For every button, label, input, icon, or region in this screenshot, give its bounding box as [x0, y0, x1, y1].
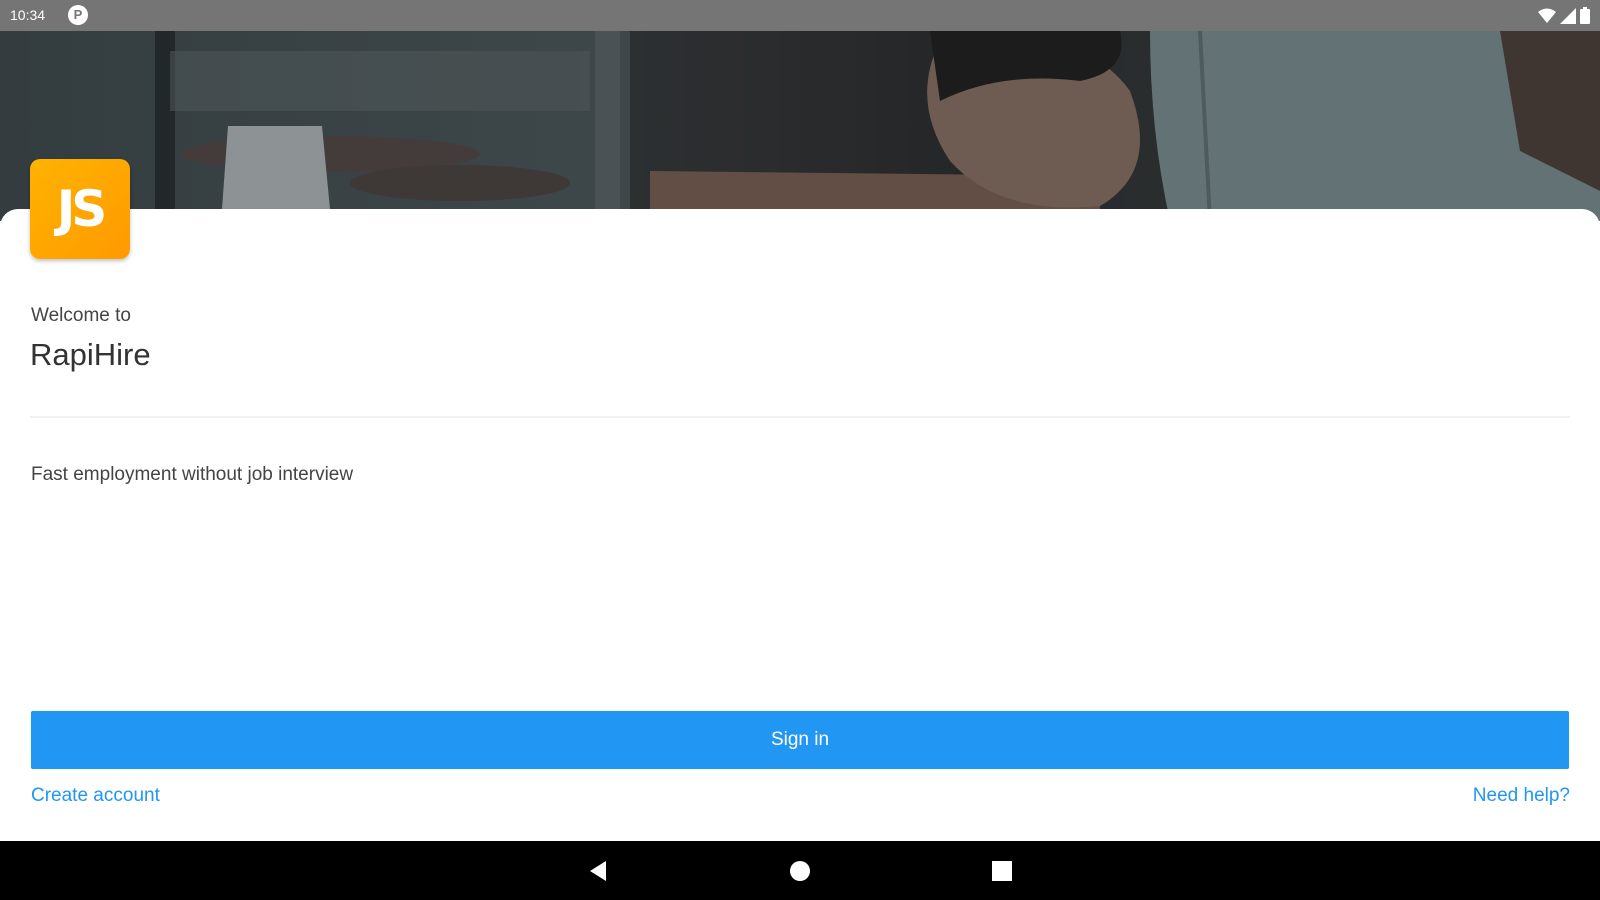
battery-icon: [1580, 7, 1590, 24]
app-logo: JS: [30, 159, 130, 259]
logo-text: JS: [56, 180, 108, 238]
app-name: RapiHire: [30, 337, 151, 372]
status-time: 10:34: [10, 7, 46, 23]
status-bar: 10:34 P: [0, 0, 1600, 31]
notification-icon: P: [68, 5, 88, 25]
sign-in-button[interactable]: Sign in: [31, 711, 1569, 769]
wifi-icon: [1538, 8, 1556, 23]
status-icons: [1538, 7, 1590, 24]
tagline: Fast employment without job interview: [31, 464, 354, 485]
divider: [30, 416, 1570, 418]
back-icon[interactable]: [586, 859, 610, 883]
need-help-link[interactable]: Need help?: [1473, 785, 1570, 807]
welcome-label: Welcome to: [31, 305, 131, 326]
home-icon[interactable]: [788, 859, 812, 883]
navigation-bar: [0, 841, 1600, 900]
recents-icon[interactable]: [990, 859, 1014, 883]
hero-image: [0, 31, 1600, 221]
signal-icon: [1560, 7, 1576, 24]
hero-photo: [0, 31, 1600, 221]
create-account-link[interactable]: Create account: [31, 785, 160, 807]
